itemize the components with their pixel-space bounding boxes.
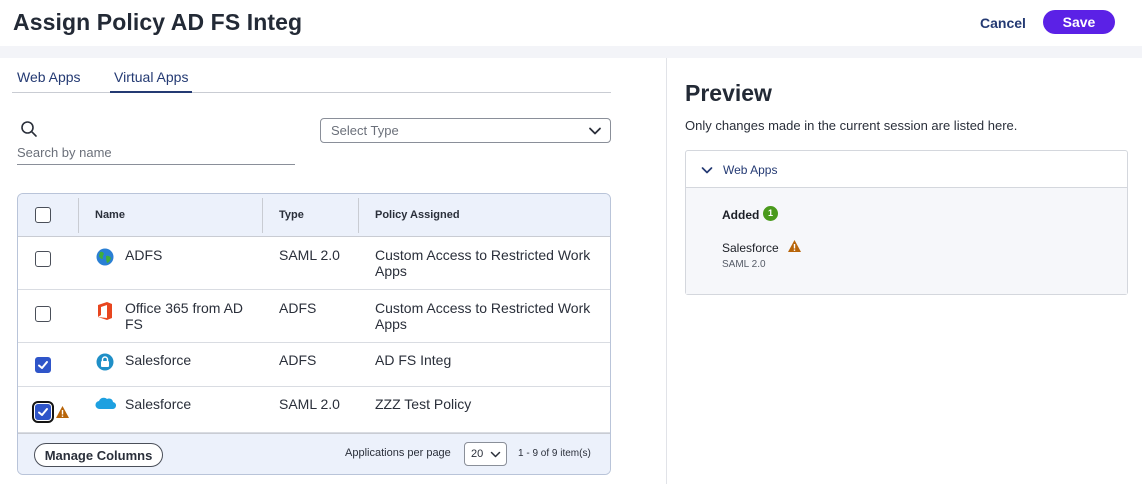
row-checkbox[interactable] <box>35 306 51 322</box>
apps-table: Name Type Policy Assigned ADFS SAML 2.0 … <box>17 193 611 475</box>
per-page-value: 20 <box>471 448 484 460</box>
header-bar: Assign Policy AD FS Integ Cancel Save <box>0 0 1142 46</box>
type-select[interactable]: Select Type <box>320 118 611 143</box>
search-field <box>17 118 295 165</box>
per-page-label: Applications per page <box>345 447 451 459</box>
globe-icon <box>96 248 114 266</box>
row-checkbox[interactable] <box>32 401 54 423</box>
accordion-header-web-apps[interactable]: Web Apps <box>686 151 1127 188</box>
policy-assigned: Custom Access to Restricted Work Apps <box>375 247 591 279</box>
column-header-policy[interactable]: Policy Assigned <box>375 209 460 221</box>
table-header: Name Type Policy Assigned <box>18 194 610 237</box>
added-count-badge: 1 <box>763 206 778 221</box>
manage-columns-button[interactable]: Manage Columns <box>34 443 163 467</box>
preview-accordion: Web Apps Added 1 Salesforce SAML 2.0 <box>685 150 1128 295</box>
app-type-tabs: Web Apps Virtual Apps <box>12 68 611 93</box>
table-row[interactable]: Office 365 from AD FS ADFS Custom Access… <box>18 290 610 343</box>
office-365-icon <box>98 302 112 320</box>
table-row[interactable]: Salesforce SAML 2.0 ZZZ Test Policy <box>18 387 610 433</box>
policy-assigned: ZZZ Test Policy <box>375 396 472 412</box>
select-all-checkbox[interactable] <box>35 207 51 223</box>
chevron-down-icon <box>490 451 501 458</box>
app-type: ADFS <box>279 300 317 316</box>
checkmark-icon <box>38 408 48 416</box>
app-name: Salesforce <box>125 396 192 412</box>
checkmark-icon <box>38 361 48 369</box>
preview-item-type: SAML 2.0 <box>722 259 766 270</box>
preview-item-name: Salesforce <box>722 241 779 255</box>
policy-assigned: AD FS Integ <box>375 352 452 368</box>
save-button[interactable]: Save <box>1043 10 1115 34</box>
app-name: ADFS <box>125 247 163 263</box>
warning-icon <box>788 240 801 252</box>
table-footer: Manage Columns Applications per page 20 … <box>18 433 610 474</box>
row-checkbox[interactable] <box>35 251 51 267</box>
table-row[interactable]: Salesforce ADFS AD FS Integ <box>18 343 610 387</box>
chevron-down-icon <box>589 127 601 135</box>
app-type: SAML 2.0 <box>279 247 340 263</box>
tab-virtual-apps[interactable]: Virtual Apps <box>110 69 193 93</box>
column-header-name[interactable]: Name <box>95 209 125 221</box>
type-select-placeholder: Select Type <box>331 123 399 138</box>
cancel-button[interactable]: Cancel <box>980 12 1026 34</box>
search-input[interactable] <box>17 142 287 162</box>
page-title: Assign Policy AD FS Integ <box>13 9 303 35</box>
column-header-type[interactable]: Type <box>279 209 304 221</box>
added-label: Added <box>722 208 760 222</box>
app-type: SAML 2.0 <box>279 396 340 412</box>
table-row[interactable]: ADFS SAML 2.0 Custom Access to Restricte… <box>18 237 610 290</box>
preview-note: Only changes made in the current session… <box>685 118 1018 133</box>
salesforce-cloud-icon <box>95 397 116 410</box>
chevron-down-icon <box>701 167 713 174</box>
policy-assigned: Custom Access to Restricted Work Apps <box>375 300 591 332</box>
tab-web-apps[interactable]: Web Apps <box>17 69 81 85</box>
column-divider <box>262 198 263 233</box>
app-type: ADFS <box>279 352 317 368</box>
assignment-pane: Web Apps Virtual Apps Select Type Name T… <box>0 58 666 484</box>
column-divider <box>78 198 79 233</box>
pagination-range: 1 - 9 of 9 item(s) <box>518 448 591 459</box>
per-page-select[interactable]: 20 <box>464 442 507 466</box>
preview-title: Preview <box>685 80 772 106</box>
preview-pane: Preview Only changes made in the current… <box>667 58 1142 484</box>
app-name: Salesforce <box>125 352 192 368</box>
search-icon <box>21 121 37 137</box>
column-divider <box>358 198 359 233</box>
accordion-body: Added 1 Salesforce SAML 2.0 <box>686 188 1127 294</box>
row-checkbox[interactable] <box>35 357 51 373</box>
app-name: Office 365 from AD FS <box>125 300 244 332</box>
header-divider <box>0 46 1142 58</box>
warning-icon <box>56 406 69 418</box>
accordion-label: Web Apps <box>723 163 778 177</box>
lock-badge-icon <box>96 353 114 371</box>
